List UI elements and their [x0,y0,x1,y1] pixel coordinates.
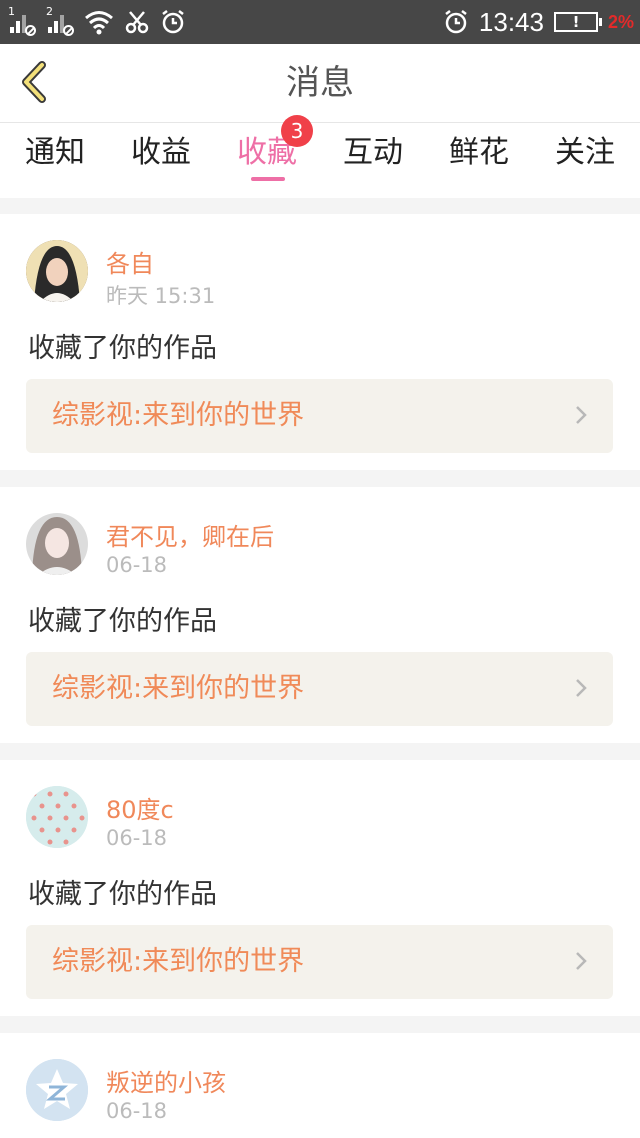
alarm-icon [162,10,184,34]
nav-bar: 消息 [0,44,640,123]
username[interactable]: 80度c [106,790,174,825]
avatar[interactable] [26,240,88,302]
work-title: 综影视:来到你的世界 [52,400,305,431]
signal-icon: 2 [46,5,74,36]
alarm-icon [445,10,467,34]
action-text: 收藏了你的作品 [28,333,217,364]
avatar[interactable] [26,1059,88,1121]
message-card: 各自 昨天 15:31 收藏了你的作品 综影视:来到你的世界 [0,214,640,470]
message-card: 君不见，卿在后 06-18 收藏了你的作品 综影视:来到你的世界 [0,487,640,743]
tab-interactions[interactable]: 互动 [320,123,426,198]
tab-earnings[interactable]: 收益 [108,123,214,198]
tab-label: 互动 [343,135,403,170]
action-text: 收藏了你的作品 [28,606,217,637]
unread-badge: 3 [281,115,313,147]
chevron-right-icon [576,406,587,424]
work-link[interactable]: 综影视:来到你的世界 [26,379,613,453]
timestamp: 昨天 15:31 [106,284,216,308]
timestamp: 06-18 [106,553,168,577]
message-card: 80度c 06-18 收藏了你的作品 综影视:来到你的世界 [0,760,640,1016]
tab-notifications[interactable]: 通知 [2,123,108,198]
status-bar: 1 2 13:43 ! 2% [0,0,640,44]
wifi-icon [85,11,113,35]
work-title: 综影视:来到你的世界 [52,946,305,977]
chevron-right-icon [576,679,587,697]
work-link[interactable]: 综影视:来到你的世界 [26,652,613,726]
tab-flowers[interactable]: 鲜花 [426,123,532,198]
work-title: 综影视:来到你的世界 [52,673,305,704]
avatar[interactable] [26,786,88,848]
action-text: 收藏了你的作品 [28,879,217,910]
username[interactable]: 叛逆的小孩 [106,1063,226,1098]
avatar[interactable] [26,513,88,575]
battery-icon: ! [553,12,602,32]
timestamp: 06-18 [106,1099,168,1123]
tab-bar: 通知 收益 收藏 3 互动 鲜花 关注 [0,115,640,198]
tab-label: 收益 [131,135,191,170]
tab-follows[interactable]: 关注 [532,123,638,198]
timestamp: 06-18 [106,826,168,850]
signal-icon: 1 [8,5,36,36]
work-link[interactable]: 综影视:来到你的世界 [26,925,613,999]
tab-label: 通知 [25,135,85,170]
username[interactable]: 君不见，卿在后 [106,517,274,552]
tab-favorites[interactable]: 收藏 3 [214,115,320,198]
battery-warning: ! [572,13,580,31]
message-card: 叛逆的小孩 06-18 [0,1033,640,1138]
chevron-right-icon [576,952,587,970]
clock-time: 13:43 [478,6,544,37]
scissors-icon [125,11,149,34]
tab-label: 关注 [555,135,615,170]
username[interactable]: 各自 [106,244,154,279]
tab-label: 鲜花 [449,135,509,170]
active-tab-indicator [251,177,285,181]
page-title: 消息 [286,63,354,103]
battery-percent: 2% [607,11,634,32]
back-arrow-icon[interactable] [14,60,58,104]
